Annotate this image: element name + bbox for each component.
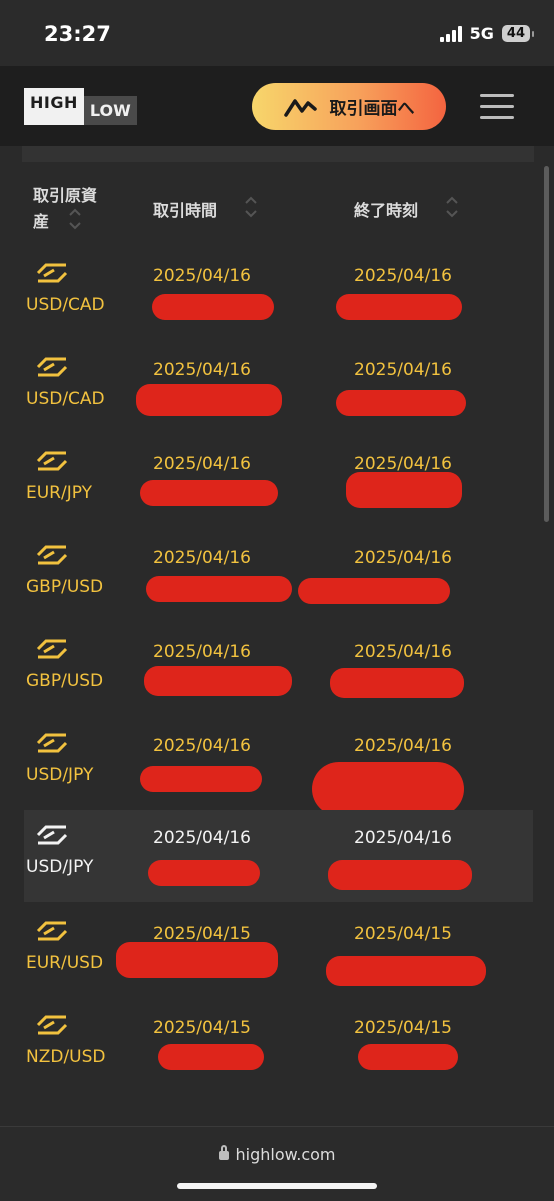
redaction-mark	[298, 578, 450, 604]
currency-exchange-icon	[36, 263, 68, 283]
row-asset: NZD/USD	[26, 1047, 106, 1067]
table-row[interactable]: NZD/USD 2025/04/15 2025/04/15	[24, 1000, 533, 1094]
hamburger-menu-icon[interactable]	[480, 94, 514, 119]
redaction-mark	[328, 860, 472, 890]
row-asset: USD/CAD	[26, 295, 105, 315]
row-asset: USD/JPY	[26, 857, 94, 877]
row-end-date: 2025/04/16	[354, 266, 452, 286]
row-trade-date: 2025/04/16	[153, 454, 251, 474]
redaction-mark	[336, 294, 462, 320]
row-end-date: 2025/04/16	[354, 360, 452, 380]
address-bar[interactable]: highlow.com	[0, 1145, 554, 1164]
highlow-logo[interactable]: HIGH LOW	[24, 88, 137, 125]
redaction-mark	[116, 942, 278, 978]
trade-screen-button[interactable]: 取引画面へ	[252, 83, 446, 130]
row-trade-date: 2025/04/16	[153, 642, 251, 662]
row-end-date: 2025/04/16	[354, 548, 452, 568]
col-asset-label-2: 産	[33, 212, 50, 231]
row-end-date: 2025/04/15	[354, 924, 452, 944]
scrollbar[interactable]	[544, 166, 549, 522]
currency-exchange-icon	[36, 921, 68, 941]
sort-trade-time-icon[interactable]	[244, 194, 258, 220]
redaction-mark	[144, 666, 292, 696]
currency-exchange-icon	[36, 545, 68, 565]
row-trade-date: 2025/04/16	[153, 360, 251, 380]
redaction-mark	[330, 668, 464, 698]
redaction-mark	[158, 1044, 264, 1070]
filter-panel	[22, 146, 534, 162]
sort-asset-icon[interactable]	[68, 206, 82, 232]
redaction-mark	[140, 480, 278, 506]
network-type: 5G	[469, 24, 494, 43]
battery-icon: 44	[501, 25, 535, 42]
row-trade-date: 2025/04/15	[153, 924, 251, 944]
table-row[interactable]: USD/CAD 2025/04/16 2025/04/16	[24, 342, 533, 436]
browser-bottom-bar: highlow.com	[0, 1126, 554, 1201]
redaction-mark	[358, 1044, 458, 1070]
signal-icon	[439, 25, 462, 42]
row-asset: GBP/USD	[26, 671, 104, 691]
status-indicators: 5G 44	[439, 24, 535, 43]
row-end-date: 2025/04/15	[354, 1018, 452, 1038]
row-asset: EUR/JPY	[26, 483, 92, 503]
redaction-mark	[148, 860, 260, 886]
redaction-mark	[152, 294, 274, 320]
currency-exchange-icon	[36, 733, 68, 753]
row-asset: EUR/USD	[26, 953, 104, 973]
row-trade-date: 2025/04/16	[153, 266, 251, 286]
redaction-mark	[312, 762, 464, 816]
table-row[interactable]: EUR/JPY 2025/04/16 2025/04/16	[24, 436, 533, 530]
app-header: HIGH LOW 取引画面へ	[0, 66, 554, 146]
table-header: 取引原資 産 取引時間 終了時刻	[0, 170, 554, 240]
row-end-date: 2025/04/16	[354, 454, 452, 474]
table-row-selected[interactable]: USD/JPY 2025/04/16 2025/04/16	[24, 810, 533, 902]
row-asset: USD/JPY	[26, 765, 94, 785]
row-end-date: 2025/04/16	[354, 828, 452, 848]
redaction-mark	[146, 576, 292, 602]
currency-exchange-icon	[36, 451, 68, 471]
table-row[interactable]: USD/JPY 2025/04/16 2025/04/16	[24, 718, 533, 816]
status-time: 23:27	[44, 22, 111, 46]
redaction-mark	[326, 956, 486, 986]
redaction-mark	[346, 472, 462, 508]
row-asset: USD/CAD	[26, 389, 105, 409]
currency-exchange-icon	[36, 1015, 68, 1035]
trade-screen-label: 取引画面へ	[329, 99, 415, 119]
logo-low: LOW	[83, 96, 137, 125]
redaction-mark	[140, 766, 262, 792]
redaction-mark	[336, 390, 466, 416]
table-row[interactable]: EUR/USD 2025/04/15 2025/04/15	[24, 906, 533, 1000]
currency-exchange-icon	[36, 357, 68, 377]
table-row[interactable]: USD/CAD 2025/04/16 2025/04/16	[24, 248, 533, 342]
row-trade-date: 2025/04/16	[153, 828, 251, 848]
row-end-date: 2025/04/16	[354, 736, 452, 756]
row-trade-date: 2025/04/15	[153, 1018, 251, 1038]
col-end-time: 終了時刻	[354, 201, 419, 220]
row-asset: GBP/USD	[26, 577, 104, 597]
status-bar: 23:27 5G 44	[0, 0, 554, 66]
table-row[interactable]: GBP/USD 2025/04/16 2025/04/16	[24, 530, 533, 624]
logo-high: HIGH	[24, 88, 84, 125]
col-trade-time: 取引時間	[153, 201, 218, 220]
row-end-date: 2025/04/16	[354, 642, 452, 662]
currency-exchange-icon	[36, 825, 68, 845]
redaction-mark	[136, 384, 282, 416]
url-text: highlow.com	[235, 1145, 336, 1164]
chart-zigzag-icon	[283, 98, 317, 117]
sort-end-time-icon[interactable]	[445, 194, 459, 220]
home-indicator[interactable]	[177, 1183, 377, 1189]
col-asset-label-1: 取引原資	[33, 186, 98, 205]
table-row[interactable]: GBP/USD 2025/04/16 2025/04/16	[24, 624, 533, 718]
row-trade-date: 2025/04/16	[153, 736, 251, 756]
row-trade-date: 2025/04/16	[153, 548, 251, 568]
currency-exchange-icon	[36, 639, 68, 659]
lock-icon	[218, 1145, 229, 1160]
